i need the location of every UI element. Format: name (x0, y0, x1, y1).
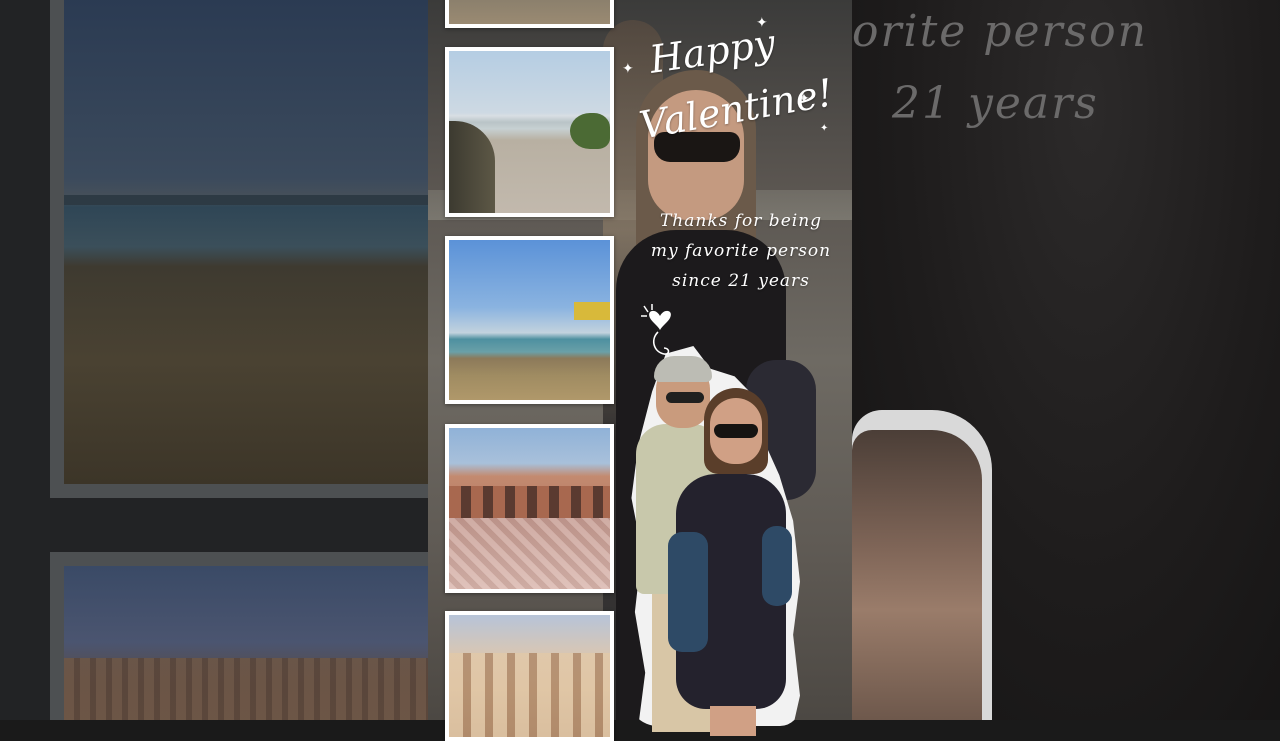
greeting-subtitle: Thanks for being my favorite person sinc… (636, 206, 846, 296)
blurred-beach-photo (64, 0, 428, 484)
photo-thumbnail (445, 0, 614, 28)
right-blurred-background: orite person 21 years (852, 0, 1280, 720)
photo-thumbnail (445, 611, 614, 741)
blurred-script-line: 21 years (892, 78, 1099, 129)
couple-cutout-photo (636, 356, 796, 736)
blurred-courtyard-photo (64, 566, 428, 720)
subtitle-line: since 21 years (672, 271, 810, 291)
heart-doodle-icon (641, 304, 671, 355)
blurred-face-closeup (852, 430, 982, 720)
sparkle-icon: ✦ (820, 123, 829, 134)
photo-thumbnail (445, 236, 614, 404)
blurred-script-line: orite person (852, 6, 1148, 57)
subtitle-line: my favorite person (650, 241, 832, 261)
photo-thumbnail (445, 424, 614, 593)
sparkle-icon: ✦ (622, 61, 634, 77)
left-blurred-background (0, 0, 428, 720)
subtitle-line: Thanks for being (659, 211, 823, 231)
blurred-script-text: orite person 21 years (852, 0, 1280, 200)
photo-thumbnail (445, 47, 614, 217)
